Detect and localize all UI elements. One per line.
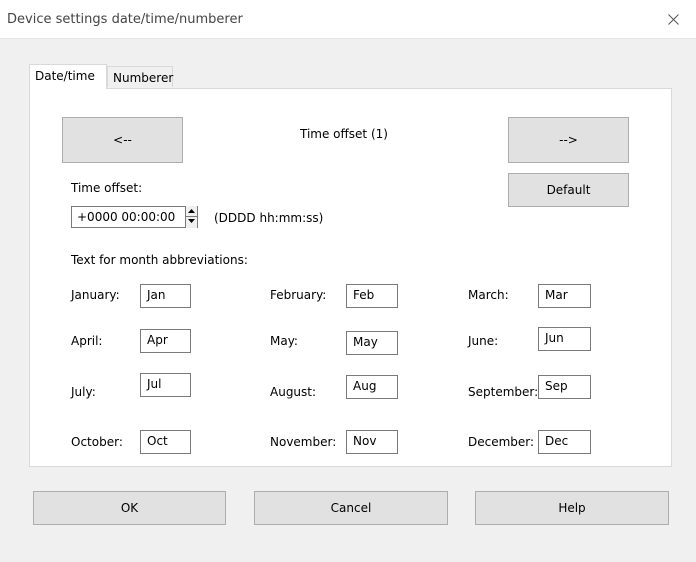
january-input[interactable]: Jan (140, 284, 191, 308)
tab-numberer-label: Numberer (113, 71, 174, 85)
october-input[interactable]: Oct (140, 430, 191, 454)
november-input[interactable]: Nov (346, 430, 398, 454)
january-value: Jan (147, 288, 166, 302)
time-offset-spinner[interactable] (185, 206, 197, 228)
february-label: February: (270, 288, 327, 302)
july-value: Jul (147, 377, 162, 391)
ok-button-label: OK (120, 501, 139, 515)
march-value: Mar (545, 288, 568, 302)
september-label: September: (468, 385, 539, 399)
time-offset-value: +0000 00:00:00 (77, 210, 176, 224)
july-input[interactable]: Jul (140, 373, 191, 397)
may-value: May (353, 335, 378, 349)
october-label: October: (71, 435, 123, 449)
time-offset-spinbox[interactable]: +0000 00:00:00 (71, 206, 198, 228)
tab-numberer[interactable]: Numberer (107, 66, 173, 87)
december-label: December: (468, 435, 535, 449)
tab-date-time[interactable]: Date/time (29, 64, 107, 89)
december-value: Dec (545, 434, 569, 448)
january-label: January: (71, 288, 120, 302)
august-input[interactable]: Aug (346, 375, 398, 399)
september-value: Sep (545, 379, 568, 393)
title-bar: Device settings date/time/numberer (0, 0, 696, 39)
february-input[interactable]: Feb (346, 284, 398, 308)
june-label: June: (468, 334, 499, 348)
time-offset-label: Time offset: (71, 181, 143, 195)
july-label: July: (71, 385, 96, 399)
cancel-button-label: Cancel (330, 501, 372, 515)
september-input[interactable]: Sep (538, 375, 591, 399)
help-button[interactable]: Help (475, 491, 669, 525)
october-value: Oct (147, 434, 168, 448)
date-time-panel: <-- Time offset (1) --> Default Time off… (29, 88, 672, 467)
close-icon (667, 13, 679, 25)
time-offset-caption: Time offset (1) (300, 127, 388, 141)
window-title: Device settings date/time/numberer (7, 12, 243, 27)
april-label: April: (71, 334, 103, 348)
april-input[interactable]: Apr (140, 329, 191, 353)
cancel-button[interactable]: Cancel (254, 491, 448, 525)
tab-date-time-label: Date/time (35, 69, 95, 83)
default-button-label: Default (546, 183, 591, 197)
august-label: August: (270, 385, 317, 399)
june-input[interactable]: Jun (538, 327, 591, 351)
november-value: Nov (353, 434, 377, 448)
spin-down-arrow-icon[interactable] (186, 216, 197, 226)
august-value: Aug (353, 379, 377, 393)
next-button[interactable]: --> (508, 117, 629, 163)
november-label: November: (270, 435, 337, 449)
june-value: Jun (545, 331, 564, 345)
close-button[interactable] (650, 0, 696, 38)
december-input[interactable]: Dec (538, 430, 591, 454)
next-button-label: --> (559, 133, 578, 147)
previous-button[interactable]: <-- (62, 117, 183, 163)
help-button-label: Help (558, 501, 586, 515)
may-input[interactable]: May (346, 331, 398, 355)
march-label: March: (468, 288, 509, 302)
april-value: Apr (147, 333, 168, 347)
time-offset-format-hint: (DDDD hh:mm:ss) (214, 211, 324, 225)
default-button[interactable]: Default (508, 173, 629, 207)
february-value: Feb (353, 288, 375, 302)
month-abbreviations-heading: Text for month abbreviations: (71, 253, 248, 267)
ok-button[interactable]: OK (33, 491, 226, 525)
march-input[interactable]: Mar (538, 284, 591, 308)
previous-button-label: <-- (113, 133, 132, 147)
may-label: May: (270, 334, 298, 348)
